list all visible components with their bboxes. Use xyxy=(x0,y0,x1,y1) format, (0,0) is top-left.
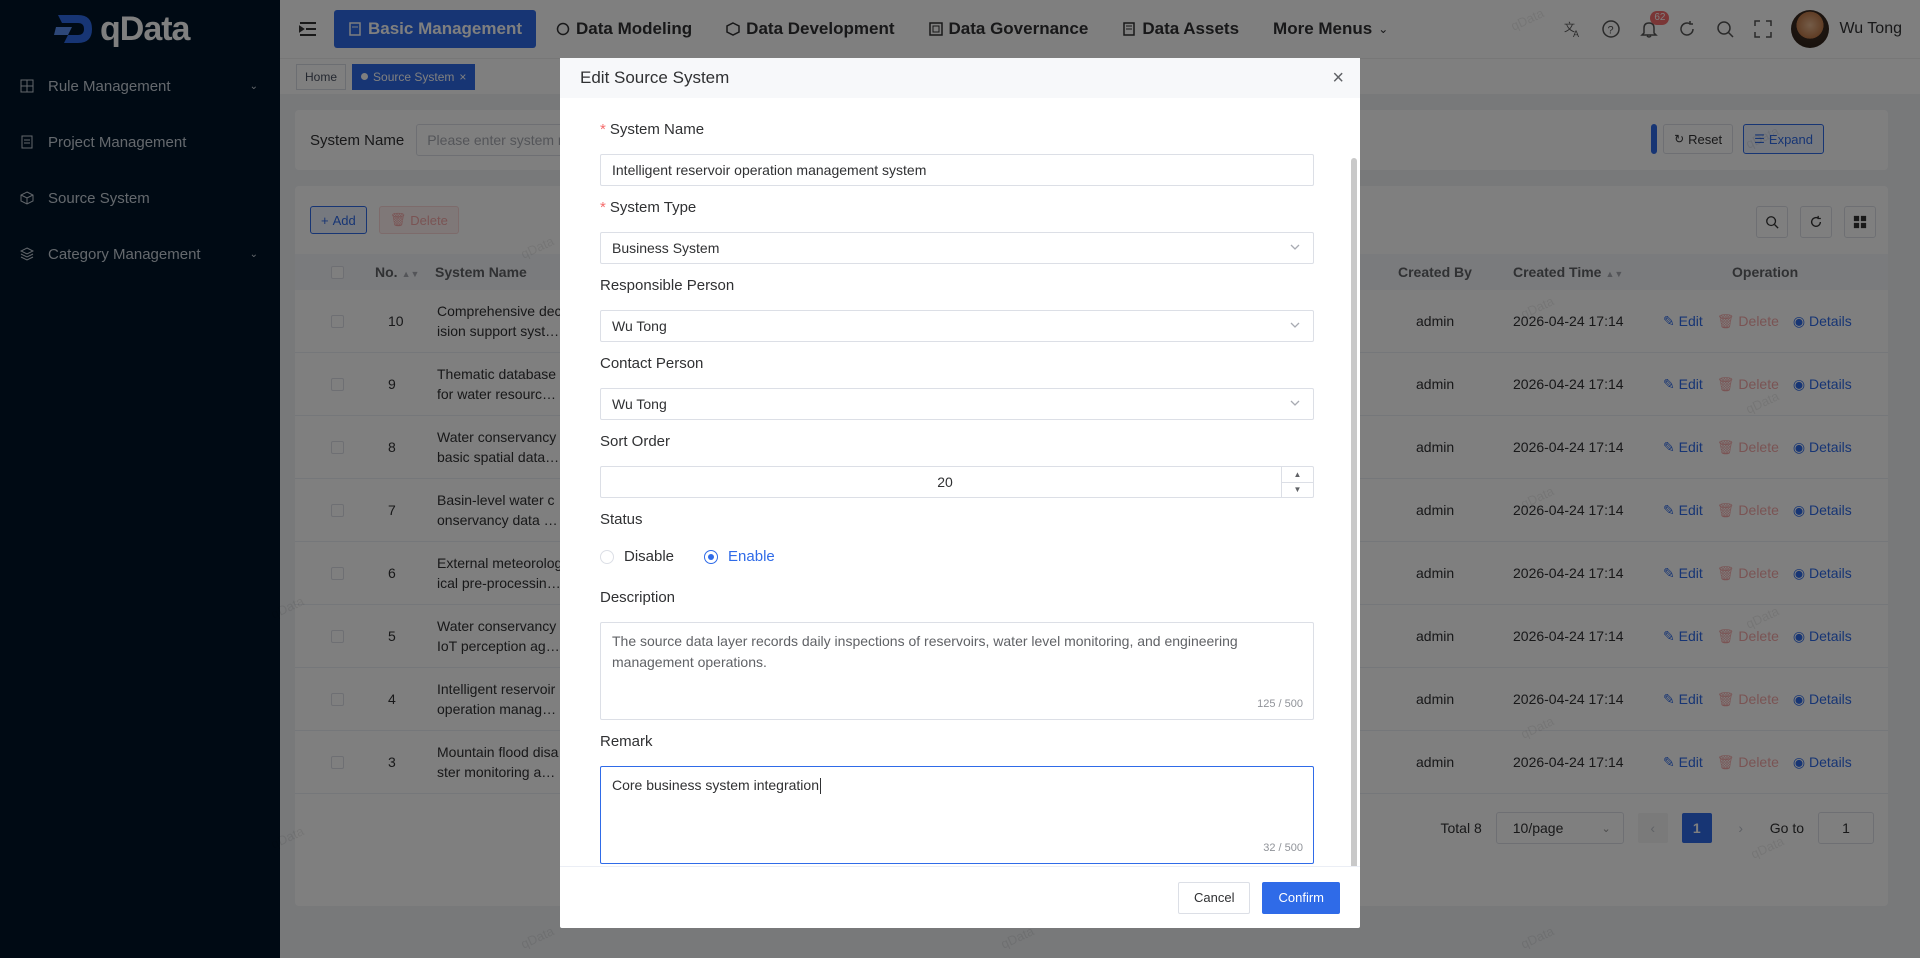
status-field: Status Disable Enable xyxy=(600,510,1314,565)
dialog-header: Edit Source System × xyxy=(560,58,1360,98)
required-mark: * xyxy=(600,199,606,216)
close-icon[interactable]: × xyxy=(1332,68,1344,88)
field-label: Remark xyxy=(600,733,653,750)
system-name-field: * System Name Intelligent reservoir opera… xyxy=(600,120,1314,186)
decrement-icon[interactable]: ▼ xyxy=(1282,483,1313,498)
responsible-person-select[interactable]: Wu Tong xyxy=(600,310,1314,342)
cancel-button[interactable]: Cancel xyxy=(1178,881,1251,914)
textarea-value: The source data layer records daily insp… xyxy=(612,633,1238,670)
field-label: Description xyxy=(600,589,676,606)
chevron-down-icon xyxy=(1290,322,1300,328)
radio-label: Disable xyxy=(624,548,675,565)
system-name-input[interactable]: Intelligent reservoir operation manageme… xyxy=(600,154,1314,186)
chevron-down-icon xyxy=(1290,400,1300,406)
radio-label: Enable xyxy=(728,548,775,565)
responsible-person-field: Responsible Person Wu Tong xyxy=(600,276,1314,342)
confirm-button[interactable]: Confirm xyxy=(1262,881,1340,914)
field-label: Responsible Person xyxy=(600,277,735,294)
status-disable-radio[interactable]: Disable xyxy=(600,548,674,565)
contact-person-select[interactable]: Wu Tong xyxy=(600,388,1314,420)
select-value: Wu Tong xyxy=(612,396,667,412)
field-label: Sort Order xyxy=(600,433,671,450)
increment-icon[interactable]: ▲ xyxy=(1282,467,1313,483)
contact-person-field: Contact Person Wu Tong xyxy=(600,354,1314,420)
required-mark: * xyxy=(600,121,606,138)
number-stepper: ▲ ▼ xyxy=(1281,467,1313,497)
field-label: * System Type xyxy=(600,198,1314,218)
radio-circle xyxy=(600,549,614,564)
input-value: Intelligent reservoir operation manageme… xyxy=(612,162,927,178)
char-count: 32 / 500 xyxy=(1263,842,1303,854)
edit-source-system-dialog: Edit Source System × * System Name Intell… xyxy=(560,58,1360,928)
field-label: * System Name xyxy=(600,120,1314,140)
system-type-select[interactable]: Business System xyxy=(600,232,1314,264)
remark-textarea[interactable]: Core business system integration 32 / 50… xyxy=(600,766,1314,864)
char-count: 125 / 500 xyxy=(1257,698,1303,710)
textarea-value: Core business system integration xyxy=(612,777,819,793)
label-text: System Type xyxy=(609,199,697,216)
field-label: Status xyxy=(600,511,643,528)
label-text: System Name xyxy=(609,121,705,138)
sort-order-input[interactable]: 20 ▲ ▼ xyxy=(600,466,1314,498)
select-value: Business System xyxy=(612,240,720,256)
status-radio-group: Disable Enable xyxy=(600,548,1314,565)
dialog-scrollbar[interactable] xyxy=(1351,158,1357,866)
dialog-footer: Cancel Confirm xyxy=(560,866,1360,928)
system-type-field: * System Type Business System xyxy=(600,198,1314,264)
field-label: Contact Person xyxy=(600,355,704,372)
chevron-down-icon xyxy=(1290,244,1300,250)
select-value: Wu Tong xyxy=(612,318,667,334)
radio-circle xyxy=(704,549,719,564)
description-field: Description The source data layer record… xyxy=(600,588,1314,720)
dialog-body: * System Name Intelligent reservoir opera… xyxy=(560,98,1360,866)
remark-field: Remark Core business system integration … xyxy=(600,732,1314,864)
status-enable-radio[interactable]: Enable xyxy=(704,548,775,565)
sort-order-field: Sort Order 20 ▲ ▼ xyxy=(600,432,1314,498)
input-value: 20 xyxy=(937,474,953,490)
text-cursor xyxy=(820,778,821,795)
dialog-title: Edit Source System xyxy=(580,68,730,87)
description-textarea[interactable]: The source data layer records daily insp… xyxy=(600,622,1314,720)
